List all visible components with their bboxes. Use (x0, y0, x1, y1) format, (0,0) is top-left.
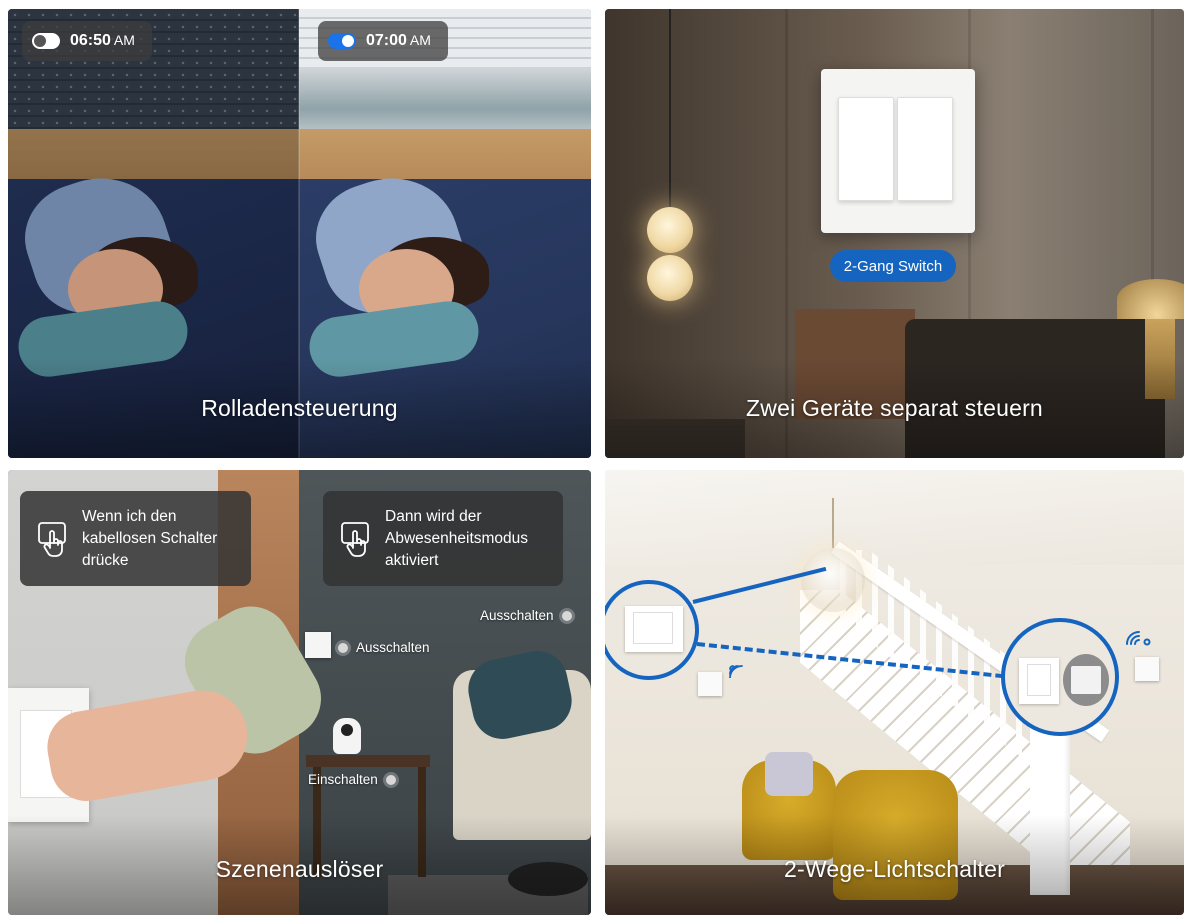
pendant-light (801, 548, 865, 612)
toggle-on-icon[interactable] (328, 33, 356, 49)
wifi-signal-icon (1123, 622, 1155, 652)
mini-switch (305, 632, 331, 658)
ceiling (605, 470, 1184, 565)
toggle-off-icon[interactable] (32, 33, 60, 49)
panel-caption: Szenenauslöser (215, 856, 384, 882)
switch-rocker-left[interactable] (838, 97, 894, 201)
wireless-switch (625, 606, 683, 652)
panel-caption: Rolladensteuerung (201, 395, 398, 421)
panel-scene-trigger: Wenn ich den kabellosen Schalter drücke … (8, 470, 591, 915)
security-camera (333, 718, 361, 754)
pendant-bulb-upper (647, 207, 693, 253)
tag-turn-on: Einschalten (308, 772, 396, 787)
schedule-chip-off[interactable]: 06:50 AM (22, 21, 152, 61)
panel-caption: Zwei Geräte separat steuern (746, 395, 1043, 421)
mini-switch (698, 672, 722, 696)
status-dot (338, 642, 348, 653)
panel-two-way-switch: 2-Wege-Lichtschalter (605, 470, 1184, 915)
tag-turn-off-1: Ausschalten (480, 608, 572, 623)
if-condition-text: Wenn ich den kabellosen Schalter drücke (82, 507, 218, 569)
if-condition-box: Wenn ich den kabellosen Schalter drücke (20, 491, 251, 586)
cushion (765, 752, 813, 796)
product-badge: 2-Gang Switch (830, 250, 956, 282)
status-dot (385, 774, 396, 785)
schedule-time-off: 06:50 AM (70, 32, 135, 49)
then-action-text: Dann wird der Abwesenheitsmodus aktivier… (385, 507, 529, 569)
table-lamp-shade (1117, 279, 1184, 319)
panel-roller-shutter: 06:50 AM 07:00 AM Rolladensteuerung (8, 9, 591, 458)
hand-press-icon (38, 521, 66, 557)
panel-two-devices: 2-Gang Switch Zwei Geräte separat steuer… (605, 9, 1184, 458)
status-dot (561, 610, 572, 621)
tag-turn-off-2: Ausschalten (338, 640, 430, 655)
schedule-time-on: 07:00 AM (366, 32, 431, 49)
switch-module (1063, 654, 1109, 706)
hand-press-icon (341, 521, 369, 557)
side-table-top (306, 755, 430, 767)
schedule-chip-on[interactable]: 07:00 AM (318, 21, 448, 61)
panel-caption: 2-Wege-Lichtschalter (784, 856, 1005, 882)
two-gang-switch (821, 69, 975, 233)
mini-switch (1135, 657, 1159, 681)
then-action-box: Dann wird der Abwesenheitsmodus aktivier… (323, 491, 563, 586)
pendant-cord (669, 9, 671, 209)
wifi-signal-icon (726, 656, 748, 678)
pendant-bulb-lower (647, 255, 693, 301)
wall-switch (1019, 658, 1059, 704)
zoom-switch-module (1001, 618, 1119, 736)
switch-rocker-right[interactable] (897, 97, 953, 201)
pendant-cord (832, 498, 834, 548)
